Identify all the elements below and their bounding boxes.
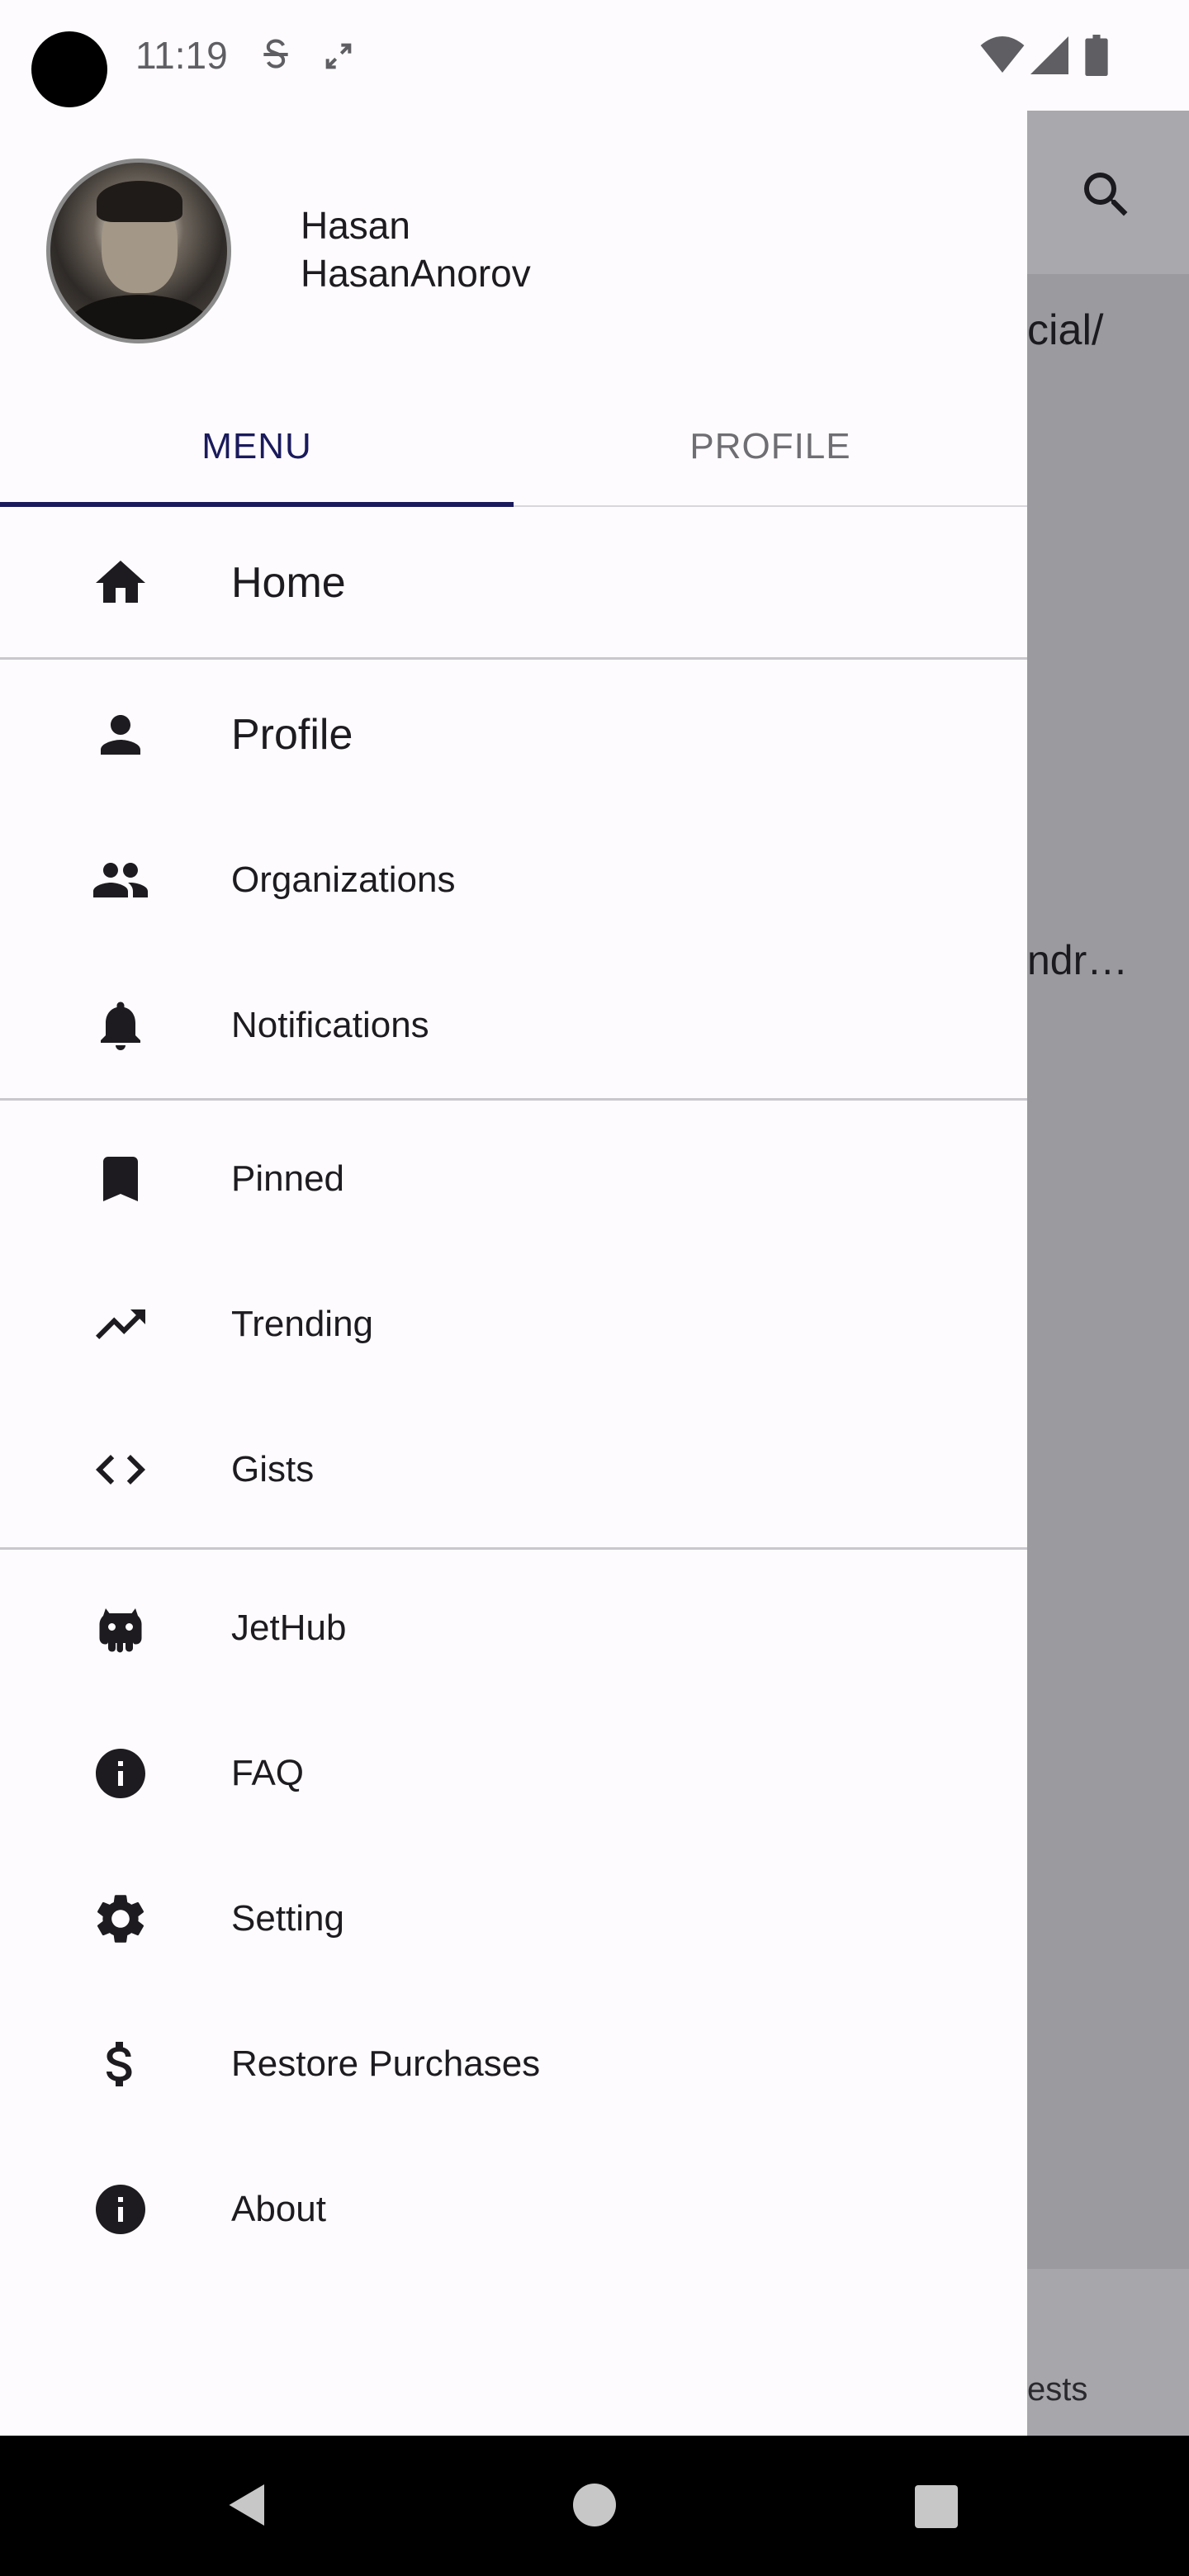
user-login: HasanAnorov [301,252,531,295]
menu-item-restore-purchases[interactable]: Restore Purchases [0,1991,1027,2137]
tab-profile[interactable]: PROFILE [514,386,1027,507]
menu-label: About [231,2189,326,2229]
user-first-name: Hasan [301,204,410,247]
trending-up-icon [96,1309,145,1339]
home-icon [96,561,145,603]
bell-icon [101,1002,140,1050]
menu-item-jethub[interactable]: JetHub [0,1556,1027,1701]
menu-item-faq[interactable]: FAQ [0,1701,1027,1846]
bookmark-icon [103,1157,138,1201]
people-icon [93,863,148,897]
menu-label: Pinned [231,1158,345,1199]
divider [0,657,1027,660]
status-time: 11:19 [135,34,228,77]
menu-item-notifications[interactable]: Notifications [0,953,1027,1098]
avatar[interactable] [46,159,231,343]
menu-label: Setting [231,1898,344,1939]
code-icon [96,1455,145,1485]
menu-item-setting[interactable]: Setting [0,1846,1027,1991]
background-bottom-bar [1027,2269,1189,2436]
info-icon [96,1749,145,1798]
home-button[interactable] [573,2484,616,2526]
info-icon [96,2185,145,2234]
menu-item-organizations[interactable]: Organizations [0,807,1027,953]
person-icon [101,715,140,755]
camera-cutout [31,31,107,107]
wifi-icon [980,36,1025,73]
jethub-octopus-icon [99,1608,142,1653]
background-text: cial/ [1027,306,1104,354]
menu-item-about[interactable]: About [0,2137,1027,2282]
menu-label: FAQ [231,1753,305,1793]
divider [0,1098,1027,1101]
drawer-scrim[interactable] [1027,111,1189,2436]
menu-item-trending[interactable]: Trending [0,1252,1027,1397]
tab-menu[interactable]: MENU [0,386,514,507]
back-icon[interactable] [223,2480,272,2530]
menu-label: Restore Purchases [231,2043,541,2084]
gear-icon [97,1895,144,1943]
menu-label: Profile [231,711,353,759]
background-text: ndr… [1027,937,1129,983]
avatar-shirt [67,295,212,339]
menu-item-home[interactable]: Home [0,510,1027,656]
menu-item-pinned[interactable]: Pinned [0,1106,1027,1252]
navigation-drawer: Hasan HasanAnorov MENU PROFILE Home Prof… [0,111,1027,2436]
menu-label: Notifications [231,1005,429,1045]
drawer-tabs: MENU PROFILE [0,386,1027,507]
status-bar: 11:19 [0,0,1189,111]
signal-icon [1030,36,1068,74]
avatar-hair [97,181,182,222]
menu-label: JetHub [231,1608,347,1648]
divider [0,1547,1027,1550]
menu-label: Trending [231,1304,374,1344]
sync-icon [325,43,352,69]
recents-button[interactable] [915,2485,958,2528]
search-icon [1084,173,1128,216]
menu-label: Organizations [231,859,456,900]
menu-item-profile[interactable]: Profile [0,662,1027,807]
menu-label: Gists [231,1449,315,1489]
menu-label: Home [231,559,346,607]
menu-item-gists[interactable]: Gists [0,1397,1027,1542]
tab-indicator [0,502,514,507]
sim-icon [263,39,288,69]
background-text: ests [1027,2371,1088,2408]
dollar-icon [106,2042,132,2086]
battery-icon [1085,35,1108,76]
